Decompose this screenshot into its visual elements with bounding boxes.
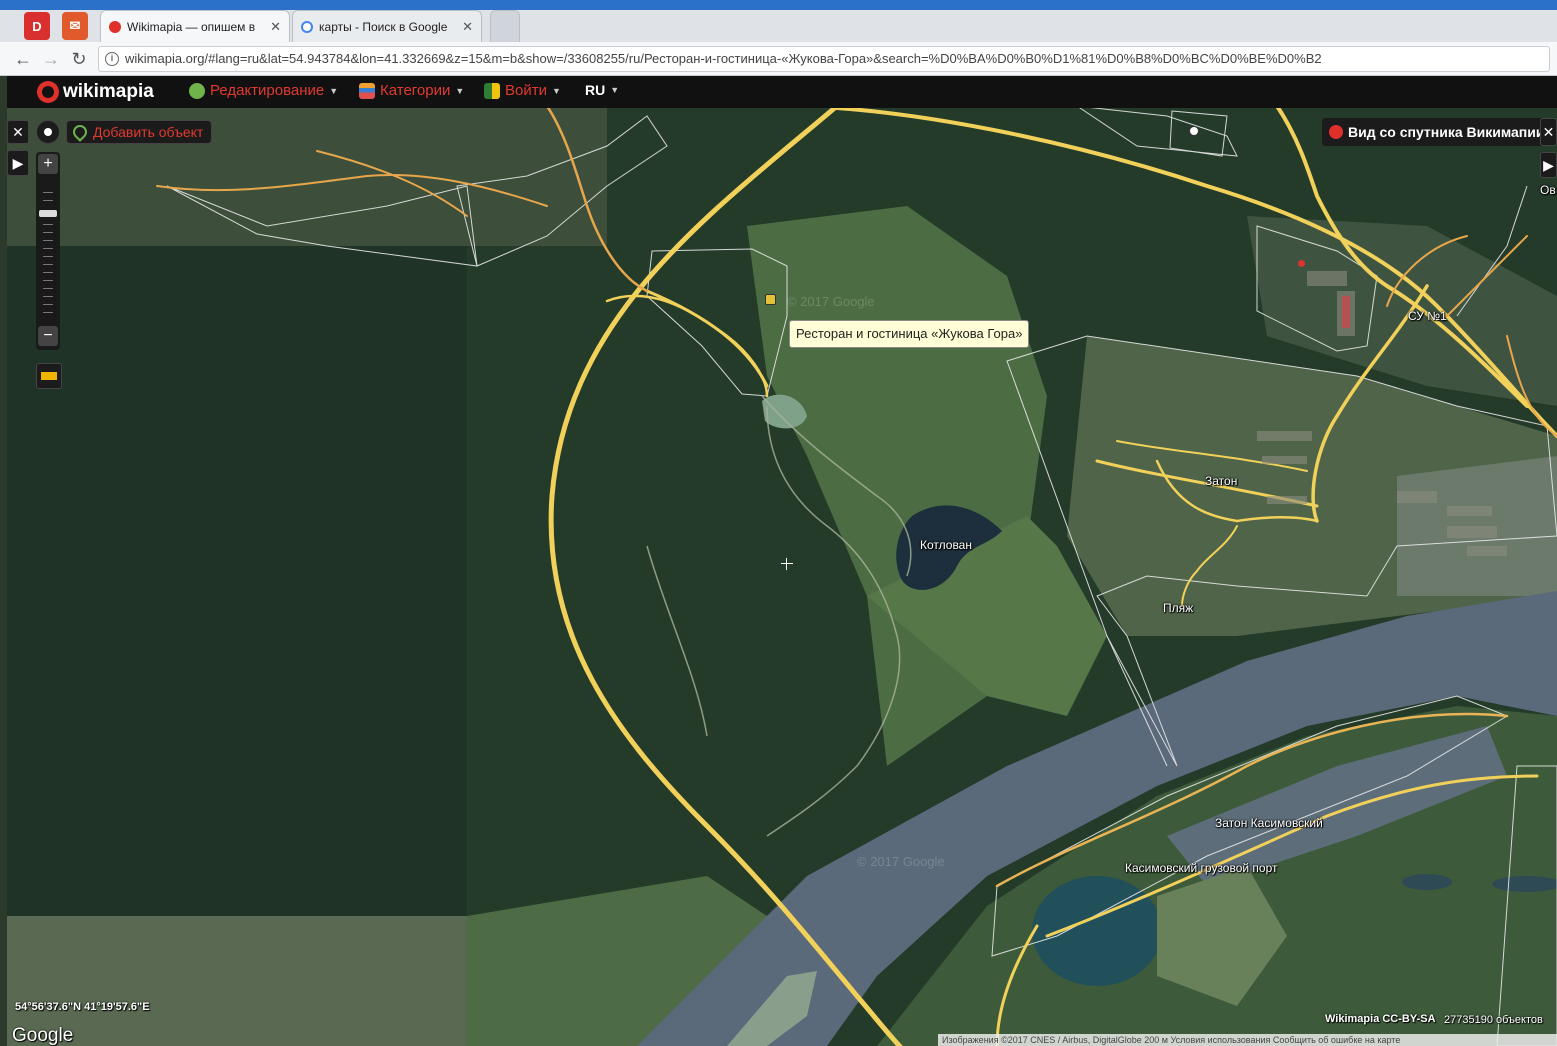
tab-wikimapia[interactable]: Wikimapia — опишем в ✕ [100,10,290,42]
wikimapia-logo-icon [1329,125,1343,139]
edit-menu[interactable]: Редактирование ▼ [189,82,338,99]
language-label: RU [585,82,606,98]
login-icon [484,82,500,99]
google-logo: Google [12,1025,74,1046]
zoom-tick [43,296,53,297]
map-watermark-top: © 2017 Google [787,294,875,309]
license-label[interactable]: Wikimapia CC-BY-SA [1325,1013,1436,1025]
login-menu-label: Войти [505,82,547,99]
back-icon[interactable]: ← [12,48,34,70]
label-cargo-port[interactable]: Касимовский грузовой порт [1125,861,1278,875]
partial-right-label: Ов [1540,183,1556,197]
zoom-tick [43,264,53,265]
chevron-down-icon: ▼ [610,85,620,95]
place-tooltip: Ресторан и гостиница «Жукова Гора» [789,320,1030,348]
language-menu[interactable]: RU ▼ [585,82,619,98]
zoom-tick [43,288,53,289]
google-icon [301,20,313,33]
forward-icon[interactable]: → [40,48,62,70]
map-center-crosshair [781,558,793,570]
reload-icon[interactable]: ↻ [68,48,90,70]
categories-menu[interactable]: Категории ▼ [359,82,464,99]
close-panel-icon[interactable]: ✕ [7,120,29,144]
expand-panel-icon[interactable]: ▶ [7,150,29,176]
info-icon[interactable]: i [105,52,119,66]
satellite-view-label: Вид со спутника Викимапии [1348,124,1545,140]
tab-title: карты - Поиск в Google [319,19,448,34]
objects-count: 27735190 объектов [1444,1014,1543,1026]
chevron-down-icon: ▼ [455,85,465,96]
zoom-out-icon[interactable]: − [38,326,58,346]
url-input[interactable]: i wikimapia.org/#lang=ru&lat=54.943784&l… [98,46,1550,72]
add-place-icon [70,122,90,142]
zoom-tick [43,200,53,201]
zoom-tick [43,304,53,305]
add-object-button[interactable]: Добавить объект [66,120,213,144]
zoom-handle[interactable] [39,210,57,217]
zoom-tick [43,240,53,241]
zoom-tick [43,192,53,193]
locate-icon[interactable] [36,120,60,144]
chevron-down-icon: ▼ [551,85,561,96]
address-bar: ← → ↻ i wikimapia.org/#lang=ru&lat=54.94… [0,42,1557,76]
satellite-view-button[interactable]: Вид со спутника Викимапии [1322,118,1555,146]
map-copyright-bar[interactable]: Изображения ©2017 CNES / Airbus, Digital… [938,1034,1557,1046]
pinned-tab-mail[interactable]: ✉ [62,12,88,40]
zoom-tick [43,224,53,225]
expand-right-icon[interactable]: ▶ [1540,152,1557,178]
edit-menu-label: Редактирование [210,82,325,99]
tab-google[interactable]: карты - Поиск в Google ✕ [292,10,482,42]
new-tab-button[interactable] [490,10,520,42]
chevron-down-icon: ▼ [329,85,339,96]
wikimapia-icon [109,20,121,33]
restaurant-marker[interactable] [765,294,776,305]
wikimapia-logo-text: wikimapia [63,81,154,102]
ruler-icon[interactable] [36,363,62,389]
label-zaton-kasimovsky[interactable]: Затон Касимовский [1215,816,1323,830]
zoom-slider[interactable]: + − [36,152,60,350]
url-text: wikimapia.org/#lang=ru&lat=54.943784&lon… [125,51,1322,66]
stadium-marker[interactable] [1189,126,1199,136]
wikimapia-logo-icon [37,81,59,103]
wikimapia-toolbar: wikimapia Редактирование ▼ Категории ▼ В… [7,76,1557,108]
zoom-tick [43,232,53,233]
list-icon [359,82,375,99]
wikimapia-logo[interactable]: wikimapia [37,80,154,104]
zoom-tick [43,248,53,249]
login-menu[interactable]: Войти ▼ [484,82,561,99]
globe-icon [189,82,205,99]
close-right-icon[interactable]: ✕ [1540,118,1557,146]
label-kotlovan[interactable]: Котлован [920,538,972,552]
tab-close-icon[interactable]: ✕ [270,19,281,35]
zoom-tick [43,256,53,257]
zoom-in-icon[interactable]: + [38,154,58,174]
pinned-tab-d[interactable]: D [24,12,50,40]
zoom-tick [43,280,53,281]
tab-close-icon[interactable]: ✕ [462,19,473,35]
school-marker[interactable] [1298,260,1305,267]
add-object-label: Добавить объект [93,124,204,140]
label-su1[interactable]: СУ №1 [1408,309,1447,323]
map-watermark-bottom: © 2017 Google [857,854,945,869]
ruler-shape [41,372,57,380]
zoom-tick [43,312,53,313]
label-zaton[interactable]: Затон [1205,474,1237,488]
locate-dot [44,128,52,136]
coordinates-readout: 54°56'37.6"N 41°19'57.6"E [15,1001,150,1013]
label-plyazh[interactable]: Пляж [1163,601,1193,615]
tab-title: Wikimapia — опишем в [127,19,256,34]
categories-menu-label: Категории [380,82,451,99]
zoom-tick [43,272,53,273]
